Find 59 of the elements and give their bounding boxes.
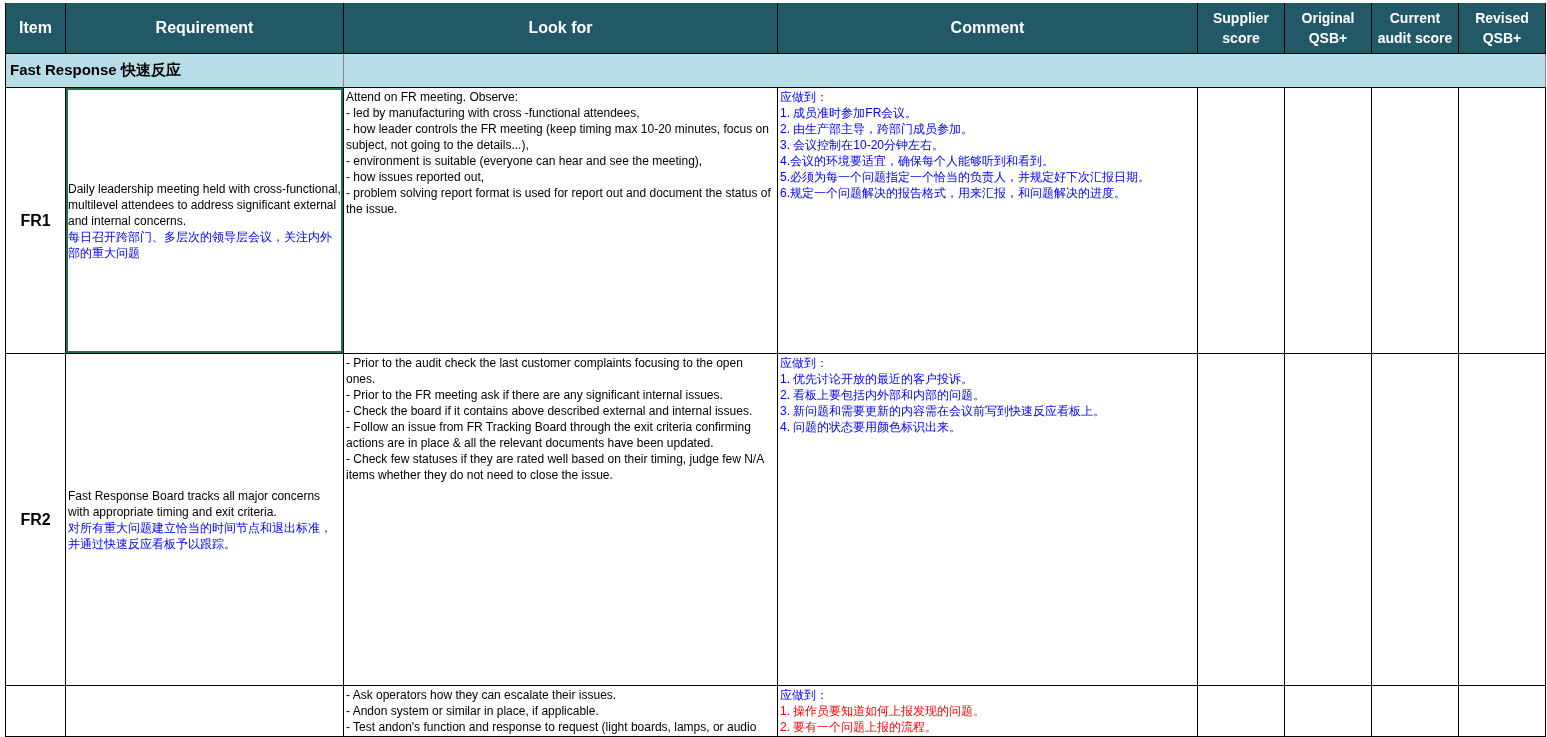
comment-line: 1. 成员准时参加FR会议。 xyxy=(780,105,919,121)
look-for-line: Attend on FR meeting. Observe: xyxy=(346,89,520,105)
comment-line: 1. 操作员要知道如何上报发现的问题。 xyxy=(780,703,987,719)
look-for-line: - Prior to the FR meeting ask if there are any significant internal issues. xyxy=(346,387,724,403)
requirement-translation: 对所有重大问题建立恰当的时间节点和退出标准，并通过快速反应看板予以跟踪。 xyxy=(68,519,333,552)
comment-line: 应做到： xyxy=(780,89,829,105)
look-for-line: - Check the board if it contains above described external and internal issues. xyxy=(346,403,754,419)
comment-line: 1. 优先讨论开放的最近的客户投诉。 xyxy=(780,371,975,387)
look-for-line: - Andon system or similar in place, if applicable. xyxy=(346,703,600,719)
score-cell[interactable] xyxy=(1459,686,1546,737)
item-code: FR2 xyxy=(20,511,51,528)
comment-line: 2. 由生产部主导，跨部门成员参加。 xyxy=(780,121,975,137)
look-for-line: - Check few statuses if they are rated well based on their timing, judge few N/A items whether they do not need to close the issue. xyxy=(346,451,765,483)
comment-line: 4.会议的环境要适宜，确保每个人能够听到和看到。 xyxy=(780,153,1055,169)
look-for-line: - Ask operators how they can escalate their issues. xyxy=(346,687,618,703)
requirement-cell[interactable]: Fast Response Board tracks all major concerns with appropriate timing and exit criteria. 对所有重大问题建立恰当的时间节点和退出标准，并通过快速反应看板予以跟踪。 xyxy=(66,354,344,686)
look-for-line: - problem solving report format is used for report out and document the status of the issue. xyxy=(346,185,772,217)
look-for-line: - Follow an issue from FR Tracking Board through the exit criteria confirming actions are in place & all the relevant documents have been updated. xyxy=(346,419,752,451)
score-cell[interactable] xyxy=(1198,354,1285,686)
score-cell[interactable] xyxy=(1372,88,1459,354)
look-for-line: - environment is suitable (everyone can hear and see the meeting), xyxy=(346,153,704,169)
look-for-line: - how issues reported out, xyxy=(346,169,486,185)
column-header: Revised QSB+ xyxy=(1459,3,1546,54)
comment-line: 3. 会议控制在10-20分钟左右。 xyxy=(780,137,946,153)
comment-line: 5.必须为每一个问题指定一个恰当的负责人，并规定好下次汇报日期。 xyxy=(780,169,1151,185)
requirement-cell[interactable] xyxy=(66,686,344,737)
column-header: Current audit score xyxy=(1372,3,1459,54)
look-for-line: - Prior to the audit check the last customer complaints focusing to the open ones. xyxy=(346,355,744,387)
score-cell[interactable] xyxy=(1372,354,1459,686)
column-header: Original QSB+ xyxy=(1285,3,1372,54)
requirement-cell[interactable]: Daily leadership meeting held with cross-functional, multilevel attendees to address significant external and internal concerns. 每日召开跨部门、多层次的领导层会议，关注内外部的重大问题 xyxy=(66,88,344,354)
look-for-line: - how leader controls the FR meeting (keep timing max 10-20 minutes, focus on subject, not going to the details...), xyxy=(346,121,770,153)
score-cell[interactable] xyxy=(1459,88,1546,354)
comment-line: 应做到： xyxy=(780,687,829,703)
look-for-line: - led by manufacturing with cross -functional attendees, xyxy=(346,105,641,121)
comment-line: 2. 看板上要包括内外部和内部的问题。 xyxy=(780,387,987,403)
item-code: FR1 xyxy=(20,212,51,229)
score-cell[interactable] xyxy=(1372,686,1459,737)
column-header: Look for xyxy=(344,3,778,54)
column-header: Comment xyxy=(778,3,1198,54)
column-header: Requirement xyxy=(66,3,344,54)
column-header: Item xyxy=(6,3,66,54)
requirement-text: Fast Response Board tracks all major concerns with appropriate timing and exit criteria. xyxy=(68,487,322,520)
column-header: Supplier score xyxy=(1198,3,1285,54)
comment-line: 6.规定一个问题解决的报告格式，用来汇报，和问题解决的进度。 xyxy=(780,185,1127,201)
score-cell[interactable] xyxy=(1285,88,1372,354)
requirement-translation: 每日召开跨部门、多层次的领导层会议，关注内外部的重大问题 xyxy=(68,228,333,261)
section-title: Fast Response 快速反应 xyxy=(6,54,344,88)
score-cell[interactable] xyxy=(1198,686,1285,737)
score-cell[interactable] xyxy=(1285,354,1372,686)
requirement-text: Daily leadership meeting held with cross-functional, multilevel attendees to address significant external and internal concerns. xyxy=(68,180,341,229)
comment-line: 3. 新问题和需要更新的内容需在会议前写到快速反应看板上。 xyxy=(780,403,1107,419)
comment-line: 应做到： xyxy=(780,355,829,371)
comment-line: 4. 问题的状态要用颜色标识出来。 xyxy=(780,419,963,435)
look-for-line: - Test andon's function and response to request (light boards, lamps, or audio xyxy=(346,719,758,735)
score-cell[interactable] xyxy=(1198,88,1285,354)
score-cell[interactable] xyxy=(1459,354,1546,686)
score-cell[interactable] xyxy=(1285,686,1372,737)
comment-line: 2. 要有一个问题上报的流程。 xyxy=(780,719,939,735)
